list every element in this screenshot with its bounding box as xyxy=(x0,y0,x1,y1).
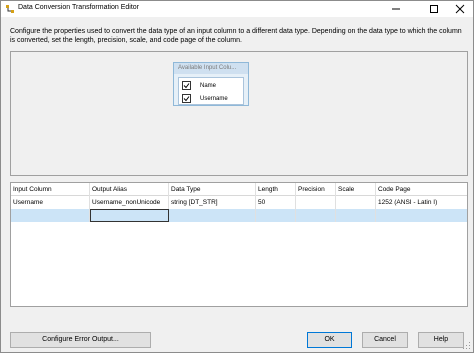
title-bar[interactable]: Data Conversion Transformation Editor xyxy=(1,1,473,17)
check-icon xyxy=(183,96,190,102)
dialog-window: Data Conversion Transformation Editor Co… xyxy=(0,0,474,353)
column-header-scale[interactable]: Scale xyxy=(336,183,376,196)
code-page-cell[interactable] xyxy=(376,209,467,222)
data-type-cell[interactable] xyxy=(169,209,256,222)
scale-cell[interactable] xyxy=(336,196,376,209)
length-cell[interactable]: 50 xyxy=(256,196,296,209)
resize-grip-icon[interactable] xyxy=(463,342,471,350)
maximize-button[interactable] xyxy=(421,1,447,17)
available-input-columns-box[interactable]: Available Input Colu... Name Username xyxy=(173,62,249,106)
data-type-cell[interactable]: string [DT_STR] xyxy=(169,196,256,209)
column-designer-area[interactable]: Available Input Colu... Name Username xyxy=(10,51,468,176)
column-header-input-column[interactable]: Input Column xyxy=(11,183,90,196)
column-label: Username xyxy=(200,95,228,102)
help-button[interactable]: Help xyxy=(418,332,464,348)
ok-button[interactable]: OK xyxy=(307,332,352,348)
grid-header-row: Input Column Output Alias Data Type Leng… xyxy=(11,183,467,196)
close-icon xyxy=(455,4,465,14)
cancel-button[interactable]: Cancel xyxy=(362,332,408,348)
output-alias-cell[interactable]: Username_nonUnicode xyxy=(90,196,169,209)
column-label: Name xyxy=(200,82,217,89)
code-page-cell[interactable]: 1252 (ANSI - Latin I) xyxy=(376,196,467,209)
output-alias-cell[interactable] xyxy=(90,209,169,222)
configure-error-output-button[interactable]: Configure Error Output... xyxy=(10,332,151,348)
description-text: Configure the properties used to convert… xyxy=(10,28,462,44)
column-header-data-type[interactable]: Data Type xyxy=(169,183,256,196)
maximize-icon xyxy=(430,5,438,13)
table-row[interactable]: Username Username_nonUnicode string [DT_… xyxy=(11,196,467,209)
window-title: Data Conversion Transformation Editor xyxy=(18,4,139,11)
length-cell[interactable] xyxy=(256,209,296,222)
name-checkbox[interactable] xyxy=(182,81,191,90)
column-header-output-alias[interactable]: Output Alias xyxy=(90,183,169,196)
input-column-cell[interactable] xyxy=(11,209,90,222)
username-checkbox[interactable] xyxy=(182,94,191,103)
list-item[interactable]: Name xyxy=(179,79,243,92)
transform-icon xyxy=(5,4,15,14)
scale-cell[interactable] xyxy=(336,209,376,222)
minimize-button[interactable] xyxy=(383,1,409,17)
check-icon xyxy=(183,83,190,89)
minimize-icon xyxy=(392,8,400,10)
available-columns-list: Name Username xyxy=(178,77,244,105)
list-item[interactable]: Username xyxy=(179,92,243,105)
conversion-grid[interactable]: Input Column Output Alias Data Type Leng… xyxy=(10,182,468,307)
table-row[interactable] xyxy=(11,209,467,222)
column-header-code-page[interactable]: Code Page xyxy=(376,183,467,196)
column-header-length[interactable]: Length xyxy=(256,183,296,196)
close-button[interactable] xyxy=(447,1,473,17)
input-column-cell[interactable]: Username xyxy=(11,196,90,209)
precision-cell[interactable] xyxy=(296,209,336,222)
available-columns-header: Available Input Colu... xyxy=(174,63,248,74)
column-header-precision[interactable]: Precision xyxy=(296,183,336,196)
precision-cell[interactable] xyxy=(296,196,336,209)
